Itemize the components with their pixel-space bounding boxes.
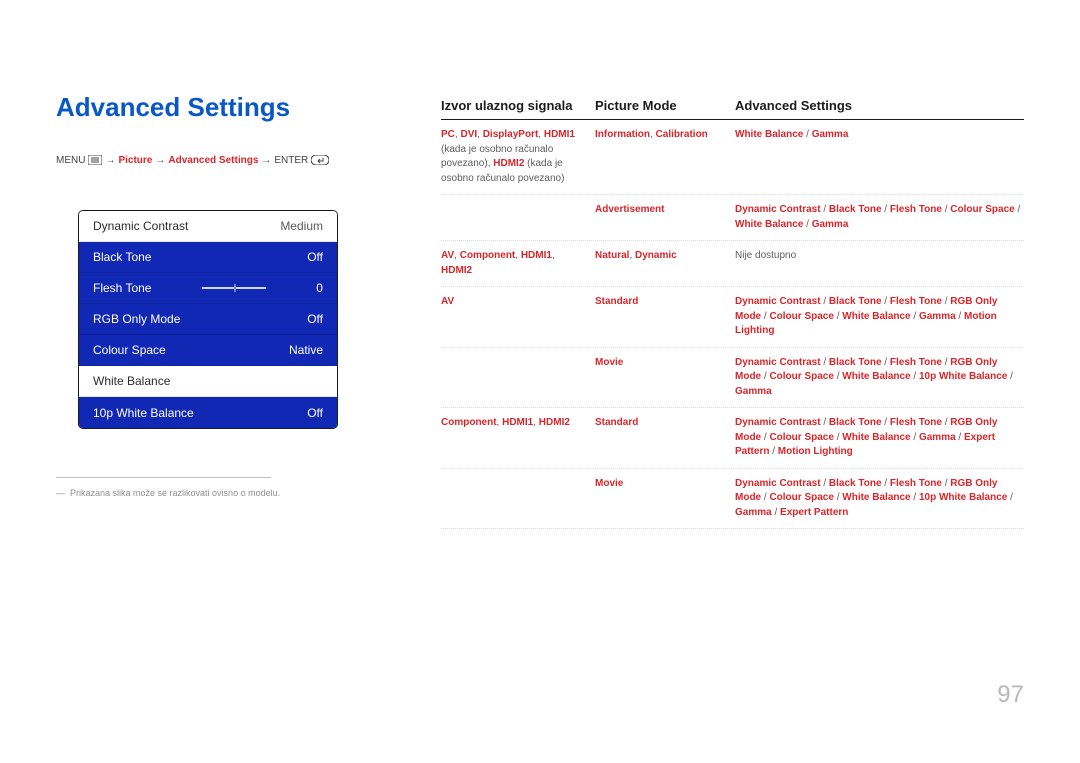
enter-icon	[311, 155, 329, 166]
table-row: AdvertisementDynamic Contrast / Black To…	[441, 195, 1024, 241]
table-cell-advanced: Dynamic Contrast / Black Tone / Flesh To…	[735, 416, 1024, 460]
menu-item[interactable]: Flesh Tone 0	[79, 273, 337, 304]
arrow-icon: →	[261, 155, 271, 166]
page-number: 97	[997, 681, 1024, 709]
breadcrumb-menu: MENU	[56, 155, 85, 166]
footnote-text: Prikazana slika može se razlikovati ovis…	[56, 488, 401, 498]
menu-item-label: White Balance	[93, 374, 170, 388]
menu-item-value: Off	[307, 250, 323, 264]
menu-item[interactable]: Colour Space Native	[79, 335, 337, 366]
table-cell-source: AV	[441, 295, 595, 339]
table-row: MovieDynamic Contrast / Black Tone / Fle…	[441, 348, 1024, 409]
settings-menu: Dynamic Contrast Medium Black Tone Off Flesh…	[78, 210, 338, 429]
menu-item[interactable]: Black Tone Off	[79, 242, 337, 273]
menu-item-label: Dynamic Contrast	[93, 219, 188, 233]
table-cell-source	[441, 356, 595, 400]
table-header: Izvor ulaznog signala Picture Mode Advan…	[441, 98, 1024, 120]
menu-item-value: Off	[307, 406, 323, 420]
breadcrumb-advanced: Advanced Settings	[168, 155, 258, 166]
table-cell-source	[441, 203, 595, 232]
table-cell-advanced: Dynamic Contrast / Black Tone / Flesh To…	[735, 477, 1024, 521]
menu-item-value: Medium	[280, 219, 323, 233]
table-cell-source: PC, DVI, DisplayPort, HDMI1 (kada je oso…	[441, 128, 595, 186]
breadcrumb-picture: Picture	[118, 155, 152, 166]
table-cell-advanced: Dynamic Contrast / Black Tone / Flesh To…	[735, 356, 1024, 400]
table-row: Component, HDMI1, HDMI2StandardDynamic C…	[441, 408, 1024, 469]
table-cell-advanced: Nije dostupno	[735, 249, 1024, 278]
table-row: PC, DVI, DisplayPort, HDMI1 (kada je oso…	[441, 120, 1024, 195]
menu-item-label: Colour Space	[93, 343, 166, 357]
menu-item[interactable]: 10p White Balance Off	[79, 397, 337, 428]
breadcrumb-enter: ENTER	[274, 155, 308, 166]
page-title: Advanced Settings	[56, 92, 401, 123]
table-cell-mode: Standard	[595, 416, 735, 460]
menu-item-value: Off	[307, 312, 323, 326]
table-cell-source: Component, HDMI1, HDMI2	[441, 416, 595, 460]
table-header-mode: Picture Mode	[595, 98, 735, 113]
table-cell-mode: Advertisement	[595, 203, 735, 232]
menu-icon	[88, 155, 102, 166]
menu-item-value: Native	[289, 343, 323, 357]
table-cell-mode: Natural, Dynamic	[595, 249, 735, 278]
arrow-icon: →	[105, 155, 115, 166]
menu-item-label: Flesh Tone	[93, 281, 151, 295]
table-cell-source	[441, 477, 595, 521]
slider-icon	[202, 287, 266, 289]
table-header-source: Izvor ulaznog signala	[441, 98, 595, 113]
table-cell-mode: Movie	[595, 356, 735, 400]
table-row: AVStandardDynamic Contrast / Black Tone …	[441, 287, 1024, 348]
table-header-advanced: Advanced Settings	[735, 98, 1024, 113]
menu-item[interactable]: RGB Only Mode Off	[79, 304, 337, 335]
menu-item-label: RGB Only Mode	[93, 312, 180, 326]
settings-table: Izvor ulaznog signala Picture Mode Advan…	[441, 98, 1024, 529]
menu-item[interactable]: Dynamic Contrast Medium	[79, 211, 337, 242]
footnote-divider	[56, 477, 271, 478]
menu-item-value: 0	[316, 281, 323, 295]
table-row: AV, Component, HDMI1, HDMI2Natural, Dyna…	[441, 241, 1024, 287]
arrow-icon: →	[155, 155, 165, 166]
table-cell-mode: Movie	[595, 477, 735, 521]
menu-item-label: Black Tone	[93, 250, 151, 264]
table-cell-advanced: Dynamic Contrast / Black Tone / Flesh To…	[735, 203, 1024, 232]
table-cell-advanced: White Balance / Gamma	[735, 128, 1024, 186]
table-cell-mode: Standard	[595, 295, 735, 339]
menu-item[interactable]: White Balance	[79, 366, 337, 397]
menu-item-label: 10p White Balance	[93, 406, 194, 420]
table-cell-advanced: Dynamic Contrast / Black Tone / Flesh To…	[735, 295, 1024, 339]
table-row: MovieDynamic Contrast / Black Tone / Fle…	[441, 469, 1024, 530]
table-cell-mode: Information, Calibration	[595, 128, 735, 186]
breadcrumb: MENU → Picture → Advanced Settings → ENT…	[56, 155, 401, 166]
table-cell-source: AV, Component, HDMI1, HDMI2	[441, 249, 595, 278]
